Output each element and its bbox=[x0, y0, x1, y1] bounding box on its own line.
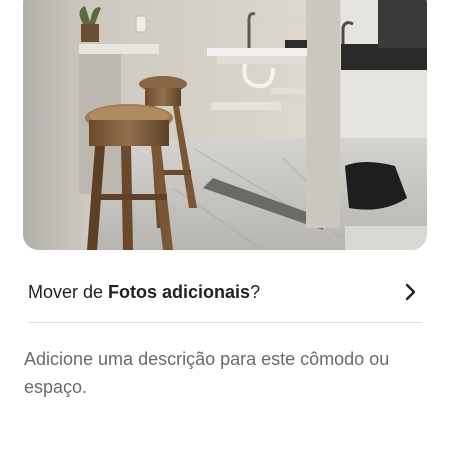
description-input[interactable]: Adicione uma descrição para este cômodo … bbox=[24, 345, 428, 401]
album-name: Fotos adicionais bbox=[108, 281, 251, 302]
divider bbox=[28, 322, 422, 323]
move-suffix: ? bbox=[250, 281, 261, 302]
chevron-right-icon[interactable] bbox=[402, 283, 420, 301]
photo-detail-screen: Mover de Fotos adicionais? Adicione uma … bbox=[0, 0, 450, 450]
move-from-album-row[interactable]: Mover de Fotos adicionais? bbox=[28, 272, 422, 312]
room-photo[interactable] bbox=[23, 0, 427, 250]
move-prefix: Mover de bbox=[28, 281, 109, 302]
move-from-album-label: Mover de Fotos adicionais? bbox=[28, 282, 260, 303]
